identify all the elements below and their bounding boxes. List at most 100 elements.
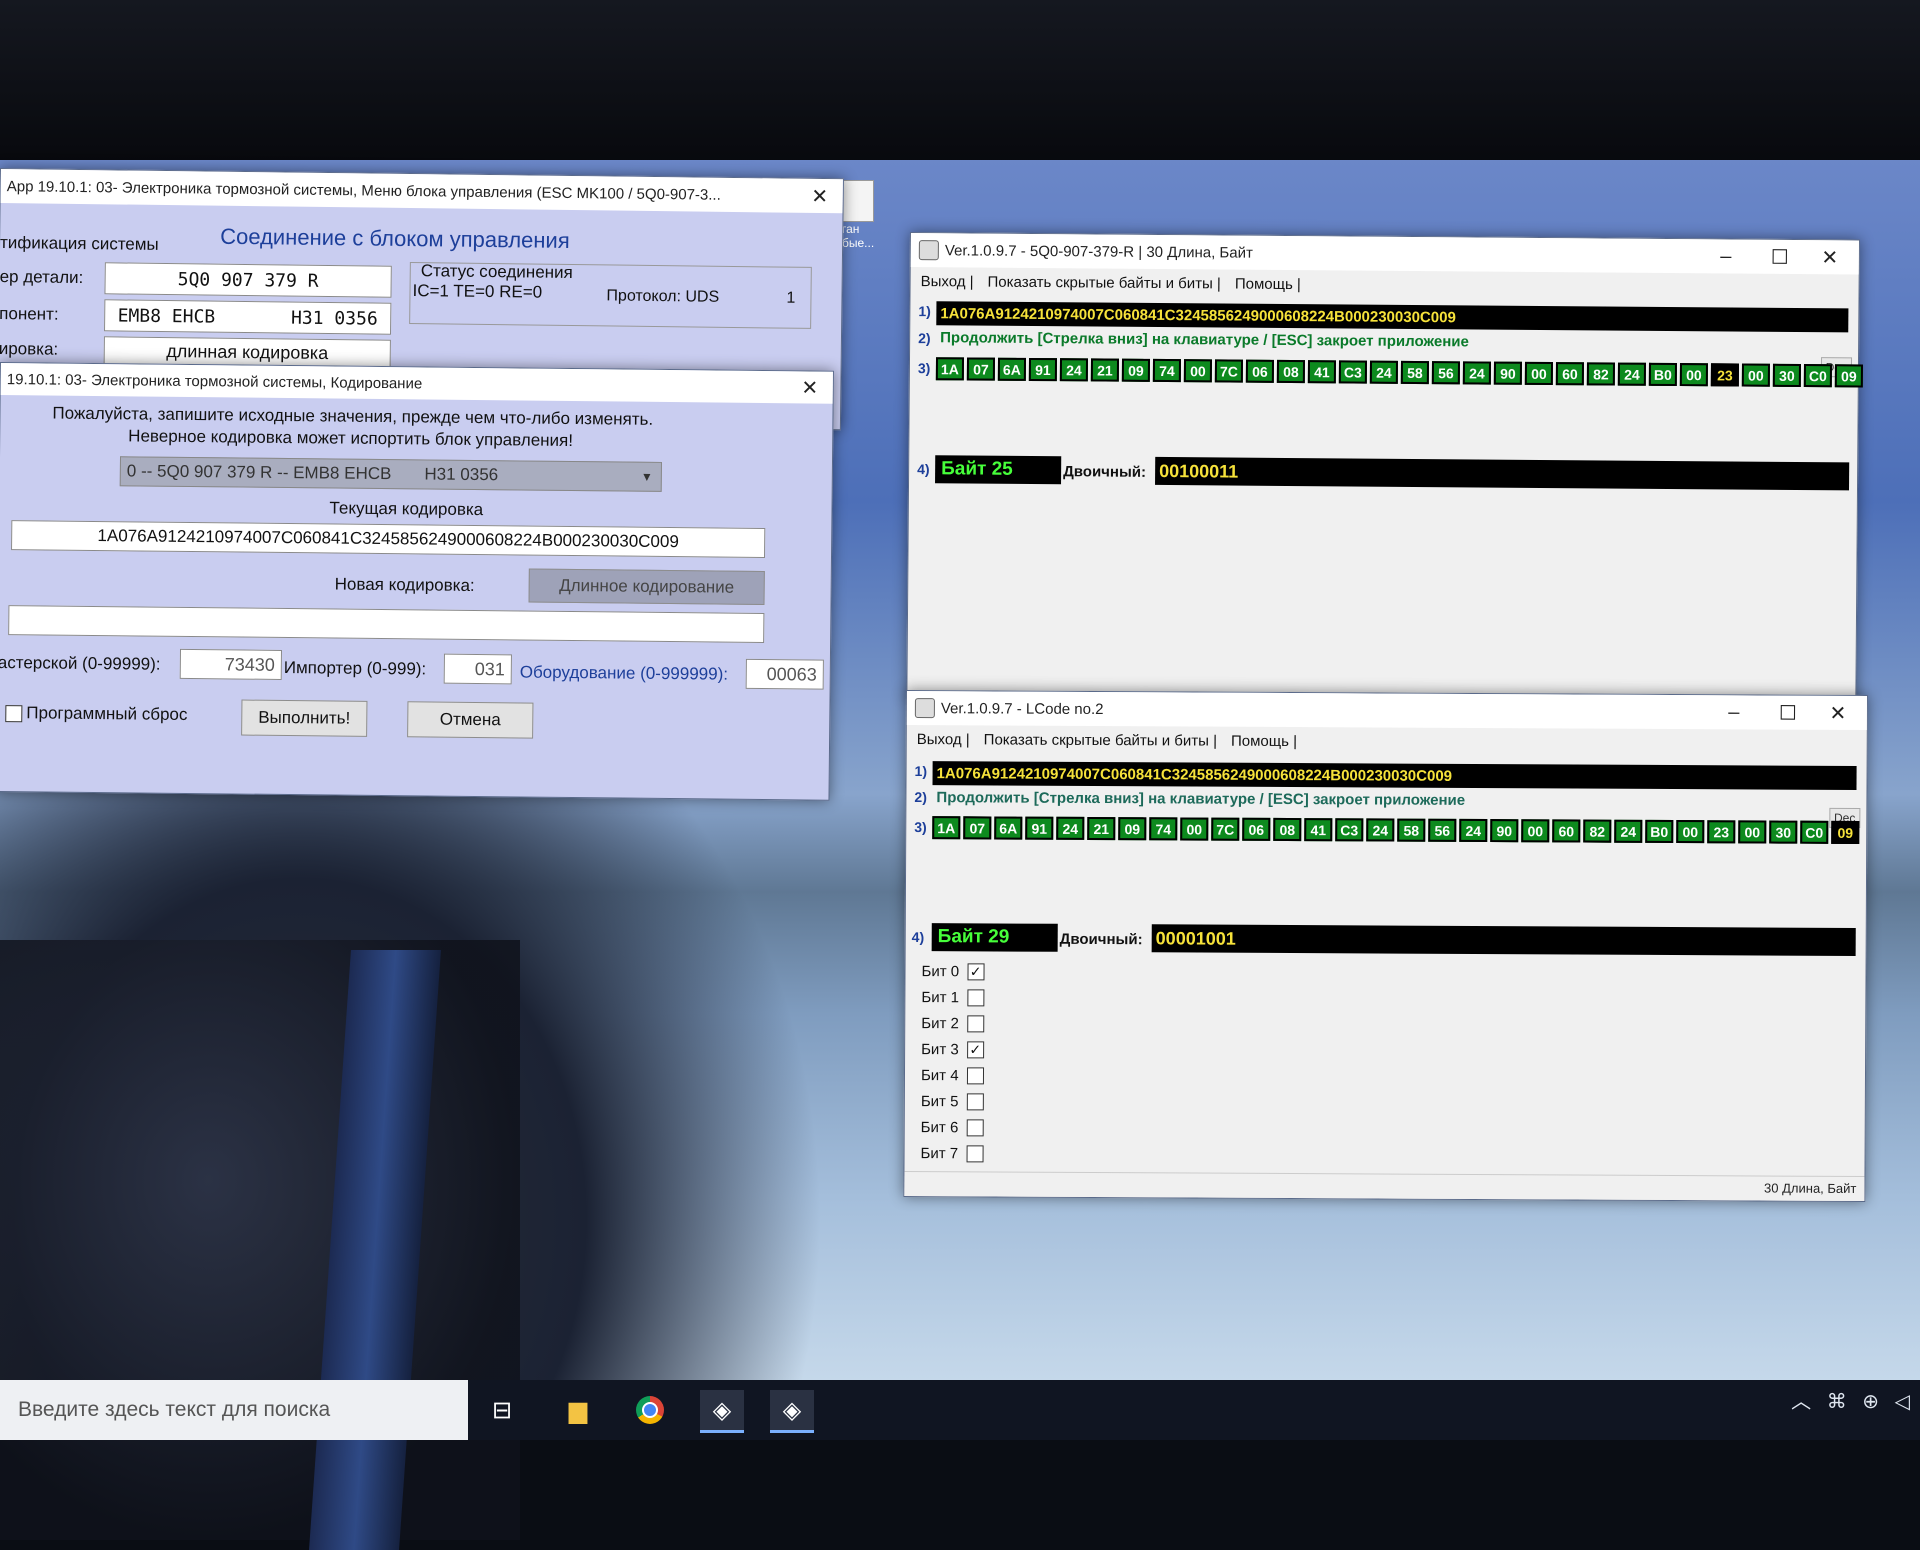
byte-cell[interactable]: B0 — [1645, 819, 1674, 844]
cancel-button[interactable]: Отмена — [407, 701, 534, 739]
byte-cell[interactable]: 24 — [1059, 358, 1089, 382]
bit-checkbox[interactable] — [966, 1067, 984, 1085]
bit-row[interactable]: Бит 6 — [921, 1119, 984, 1137]
execute-button[interactable]: Выполнить! — [241, 699, 368, 737]
byte-cell[interactable]: 91 — [1028, 357, 1058, 382]
byte-cell[interactable]: 07 — [966, 357, 996, 381]
bit-row[interactable]: Бит 1 — [921, 989, 985, 1007]
byte-cell[interactable]: 00 — [1676, 820, 1705, 844]
byte-cell[interactable]: 1A — [932, 816, 961, 840]
taskbar-search[interactable]: Введите здесь текст для поиска — [0, 1380, 468, 1440]
minimize-icon[interactable]: – — [1703, 239, 1749, 273]
byte-cell[interactable]: 00 — [1679, 363, 1708, 387]
maximize-icon[interactable]: ☐ — [1757, 240, 1803, 274]
bit-row[interactable]: Бит 2 — [921, 1015, 984, 1033]
byte-cell[interactable]: C3 — [1335, 818, 1364, 842]
system-tray[interactable]: ︿ ⌘ ⊕ ◁ — [1791, 1385, 1910, 1414]
byte-cell[interactable]: 08 — [1273, 817, 1302, 842]
byte-cell[interactable]: C0 — [1803, 364, 1832, 388]
byte-cell[interactable]: 09 — [1834, 364, 1863, 388]
byte-cell[interactable]: 56 — [1431, 361, 1461, 385]
byte-cell[interactable]: 08 — [1276, 359, 1306, 384]
bit-checkbox[interactable] — [966, 989, 985, 1007]
byte-cell[interactable]: 41 — [1304, 818, 1333, 842]
bit-checkbox[interactable]: ✓ — [966, 1041, 984, 1059]
file-explorer-icon[interactable]: ▆ — [556, 1390, 600, 1430]
workshop-input[interactable]: 73430 — [179, 648, 282, 680]
byte-cell[interactable]: 06 — [1245, 359, 1275, 383]
menu-help[interactable]: Помощь | — [1235, 275, 1301, 293]
desktop-file-icon[interactable]: ган бые... — [842, 180, 882, 250]
globe-icon[interactable]: ⊕ — [1862, 1391, 1879, 1413]
byte-cell[interactable]: 09 — [1831, 820, 1860, 844]
byte-cell[interactable]: 30 — [1769, 820, 1798, 844]
bit-checkbox[interactable] — [966, 1015, 984, 1033]
byte-cell[interactable]: 23 — [1710, 363, 1739, 387]
close-icon[interactable]: ✕ — [787, 371, 833, 403]
byte-cell[interactable]: 00 — [1741, 363, 1770, 387]
byte-cell[interactable]: 24 — [1459, 818, 1488, 843]
minimize-icon[interactable]: – — [1711, 695, 1757, 729]
checkbox-box[interactable] — [5, 704, 23, 722]
lcode-app-icon[interactable]: ◈ — [700, 1390, 744, 1433]
new-coding-input[interactable] — [8, 605, 765, 644]
close-icon[interactable]: ✕ — [1807, 240, 1853, 274]
byte-cell[interactable]: 07 — [963, 816, 992, 840]
task-view-icon[interactable]: ⊟ — [480, 1390, 524, 1430]
byte-cell[interactable]: 24 — [1462, 361, 1492, 385]
chrome-icon[interactable] — [628, 1390, 672, 1430]
byte-cell[interactable]: 06 — [1242, 817, 1271, 841]
byte-cell[interactable]: 00 — [1738, 820, 1767, 844]
byte-cell[interactable]: 82 — [1586, 362, 1615, 386]
byte-cell[interactable]: 09 — [1118, 817, 1147, 841]
menu-exit[interactable]: Выход | — [921, 273, 974, 290]
software-reset-checkbox[interactable]: Программный сброс — [5, 703, 188, 725]
byte-cell[interactable]: 00 — [1183, 359, 1213, 383]
byte-cell[interactable]: 1A — [935, 357, 965, 381]
volume-icon[interactable]: ◁ — [1895, 1391, 1910, 1413]
byte-cell[interactable]: 24 — [1369, 360, 1399, 384]
byte-cell[interactable]: 60 — [1552, 819, 1581, 843]
byte-cell[interactable]: 56 — [1428, 818, 1457, 842]
byte-cell[interactable]: 91 — [1025, 816, 1054, 840]
byte-cell[interactable]: 90 — [1490, 819, 1519, 843]
byte-cell[interactable]: B0 — [1648, 362, 1677, 387]
menu-exit[interactable]: Выход | — [917, 731, 970, 748]
lcode-app-icon-2[interactable]: ◈ — [770, 1390, 814, 1433]
bit-row[interactable]: Бит 0 ✓ — [921, 963, 985, 981]
byte-cell[interactable]: 30 — [1772, 363, 1801, 388]
byte-cell[interactable]: C0 — [1800, 820, 1829, 844]
byte-cell[interactable]: 58 — [1400, 360, 1430, 385]
byte-cell[interactable]: 00 — [1521, 819, 1550, 843]
byte-cell[interactable]: 6A — [997, 357, 1027, 381]
byte-cell[interactable]: 23 — [1707, 820, 1736, 844]
byte-cell[interactable]: 00 — [1524, 361, 1553, 386]
byte-cell[interactable]: 82 — [1583, 819, 1612, 843]
maximize-icon[interactable]: ☐ — [1765, 695, 1811, 729]
bit-row[interactable]: Бит 3 ✓ — [921, 1041, 984, 1059]
close-icon[interactable]: ✕ — [1815, 696, 1861, 730]
byte-cell[interactable]: 41 — [1307, 360, 1337, 384]
long-coding-button[interactable]: Длинное кодирование — [528, 568, 765, 606]
lcode-2-titlebar[interactable]: Ver.1.0.9.7 - LCode no.2 – ☐ ✕ — [906, 691, 1867, 731]
menu-show-hidden[interactable]: Показать скрытые байты и биты | — [984, 731, 1217, 749]
equipment-input[interactable]: 00063 — [745, 658, 824, 690]
byte-cell[interactable]: 24 — [1617, 362, 1646, 386]
byte-cell[interactable]: 74 — [1152, 358, 1182, 383]
close-icon[interactable]: ✕ — [797, 179, 843, 214]
byte-cell[interactable]: 24 — [1366, 818, 1395, 842]
menu-show-hidden[interactable]: Показать скрытые байты и биты | — [987, 273, 1220, 292]
network-icon[interactable]: ⌘ — [1827, 1391, 1847, 1413]
bit-row[interactable]: Бит 4 — [921, 1067, 984, 1085]
byte-cell[interactable]: 21 — [1087, 816, 1116, 841]
byte-cell[interactable]: C3 — [1338, 360, 1368, 384]
module-dropdown[interactable]: 0 -- 5Q0 907 379 R -- EMB8 EHCB H31 0356… — [119, 456, 662, 492]
byte-cell[interactable]: 21 — [1090, 358, 1120, 382]
bit-checkbox[interactable] — [966, 1119, 984, 1137]
bit-row[interactable]: Бит 7 — [921, 1145, 984, 1163]
chevron-up-icon[interactable]: ︿ — [1791, 1391, 1811, 1413]
importer-input[interactable]: 031 — [443, 653, 512, 685]
byte-cell[interactable]: 58 — [1397, 818, 1426, 842]
vcds-coding-titlebar[interactable]: 19.10.1: 03- Электроника тормозной систе… — [0, 363, 833, 404]
byte-cell[interactable]: 7C — [1211, 817, 1240, 841]
